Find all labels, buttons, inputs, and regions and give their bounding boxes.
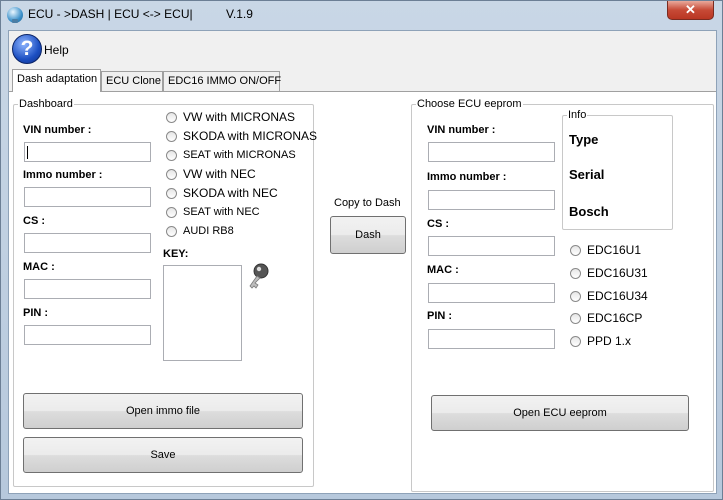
radio-ppd1x[interactable]: PPD 1.x xyxy=(570,334,690,350)
main-window: ECU - >DASH | ECU <-> ECU| V.1.9 ✕ ? Hel… xyxy=(0,0,723,500)
radio-circle[interactable] xyxy=(166,112,177,123)
radio-edc16u31[interactable]: EDC16U31 xyxy=(570,266,690,282)
radio-label: EDC16CP xyxy=(587,311,643,325)
tab-strip: Dash adaptation ECU Clone EDC16 IMMO ON/… xyxy=(9,69,718,92)
mac-label: MAC : xyxy=(23,261,55,273)
radio-label: AUDI RB8 xyxy=(183,225,234,237)
radio-seat-micronas[interactable]: SEAT with MICRONAS xyxy=(166,148,316,164)
ecu-vin-label: VIN number : xyxy=(427,124,496,136)
radio-circle[interactable] xyxy=(570,336,581,347)
ecu-mac-input[interactable] xyxy=(428,283,555,303)
radio-circle[interactable] xyxy=(570,268,581,279)
tab-edc16-immo[interactable]: EDC16 IMMO ON/OFF xyxy=(163,71,281,91)
window-title: ECU - >DASH | ECU <-> ECU| V.1.9 xyxy=(28,7,253,21)
title-bar[interactable]: ECU - >DASH | ECU <-> ECU| V.1.9 ✕ xyxy=(1,1,722,29)
open-immo-file-button[interactable]: Open immo file xyxy=(23,393,303,429)
ecu-group-title: Choose ECU eeprom xyxy=(416,98,523,110)
dash-mac-input[interactable] xyxy=(24,279,151,299)
dashboard-group: Dashboard VIN number : Immo number : CS … xyxy=(13,98,318,487)
info-serial: Serial xyxy=(569,167,605,182)
key-label: KEY: xyxy=(163,248,189,260)
radio-audi-rb8[interactable]: AUDI RB8 xyxy=(166,224,316,240)
info-type: Type xyxy=(569,132,599,147)
vin-label: VIN number : xyxy=(23,124,92,136)
dash-button[interactable]: Dash xyxy=(330,216,406,254)
info-bosch: Bosch xyxy=(569,204,609,219)
radio-label: EDC16U34 xyxy=(587,289,648,303)
ecu-vin-input[interactable] xyxy=(428,142,555,162)
cs-label: CS : xyxy=(23,215,45,227)
radio-label: EDC16U31 xyxy=(587,266,648,280)
text-caret xyxy=(27,146,28,159)
pin-label: PIN : xyxy=(23,307,49,319)
radio-circle[interactable] xyxy=(570,245,581,256)
help-label[interactable]: Help xyxy=(44,43,69,57)
tab-dash-adaptation[interactable]: Dash adaptation xyxy=(12,69,101,92)
radio-circle[interactable] xyxy=(166,226,177,237)
dash-cs-input[interactable] xyxy=(24,233,151,253)
ecu-pin-input[interactable] xyxy=(428,329,555,349)
dash-immo-input[interactable] xyxy=(24,187,151,207)
radio-skoda-micronas[interactable]: SKODA with MICRONAS xyxy=(166,129,318,145)
radio-label: SEAT with NEC xyxy=(183,206,260,218)
radio-label: VW with NEC xyxy=(183,167,256,181)
radio-vw-micronas[interactable]: VW with MICRONAS xyxy=(166,110,316,126)
radio-vw-nec[interactable]: VW with NEC xyxy=(166,167,316,183)
dash-vin-input[interactable] xyxy=(24,142,151,162)
copy-to-dash-label: Copy to Dash xyxy=(334,197,401,209)
dash-adaptation-page: Dashboard VIN number : Immo number : CS … xyxy=(9,91,716,493)
radio-label: SKODA with MICRONAS xyxy=(183,129,318,143)
radio-label: EDC16U1 xyxy=(587,243,642,257)
radio-label: SEAT with MICRONAS xyxy=(183,149,296,161)
radio-skoda-nec[interactable]: SKODA with NEC xyxy=(166,186,316,202)
radio-edc16cp[interactable]: EDC16CP xyxy=(570,311,690,327)
radio-circle[interactable] xyxy=(166,188,177,199)
ecu-immo-input[interactable] xyxy=(428,190,555,210)
radio-circle[interactable] xyxy=(166,169,177,180)
key-icon xyxy=(249,263,269,289)
radio-edc16u34[interactable]: EDC16U34 xyxy=(570,289,690,305)
help-icon[interactable]: ? xyxy=(12,34,42,64)
client-area: ? Help Dash adaptation ECU Clone EDC16 I… xyxy=(8,30,717,494)
info-group-title: Info xyxy=(567,109,588,121)
immo-label: Immo number : xyxy=(23,169,103,181)
radio-label: PPD 1.x xyxy=(587,334,632,348)
save-button[interactable]: Save xyxy=(23,437,303,473)
key-textarea[interactable] xyxy=(163,265,242,361)
radio-circle[interactable] xyxy=(166,207,177,218)
ecu-cs-input[interactable] xyxy=(428,236,555,256)
app-icon xyxy=(7,7,23,23)
radio-circle[interactable] xyxy=(166,131,177,142)
radio-seat-nec[interactable]: SEAT with NEC xyxy=(166,205,316,221)
version-text: V.1.9 xyxy=(225,7,253,21)
open-ecu-eeprom-button[interactable]: Open ECU eeprom xyxy=(431,395,689,431)
ecu-pin-label: PIN : xyxy=(427,310,453,322)
radio-label: VW with MICRONAS xyxy=(183,110,296,124)
dash-pin-input[interactable] xyxy=(24,325,151,345)
radio-circle[interactable] xyxy=(570,291,581,302)
radio-label: SKODA with NEC xyxy=(183,186,278,200)
ecu-eeprom-group: Choose ECU eeprom VIN number : Immo numb… xyxy=(411,98,714,492)
info-group: Info Type Serial Bosch xyxy=(562,109,673,230)
ecu-mac-label: MAC : xyxy=(427,264,459,276)
ecu-immo-label: Immo number : xyxy=(427,171,507,183)
close-icon: ✕ xyxy=(685,2,696,17)
close-button[interactable]: ✕ xyxy=(667,1,714,20)
radio-circle[interactable] xyxy=(570,313,581,324)
ecu-cs-label: CS : xyxy=(427,218,449,230)
radio-edc16u1[interactable]: EDC16U1 xyxy=(570,243,690,259)
dashboard-group-title: Dashboard xyxy=(18,98,74,110)
title-text: ECU - >DASH | ECU <-> ECU| xyxy=(28,7,193,21)
tab-ecu-clone[interactable]: ECU Clone xyxy=(101,71,163,91)
radio-circle[interactable] xyxy=(166,150,177,161)
